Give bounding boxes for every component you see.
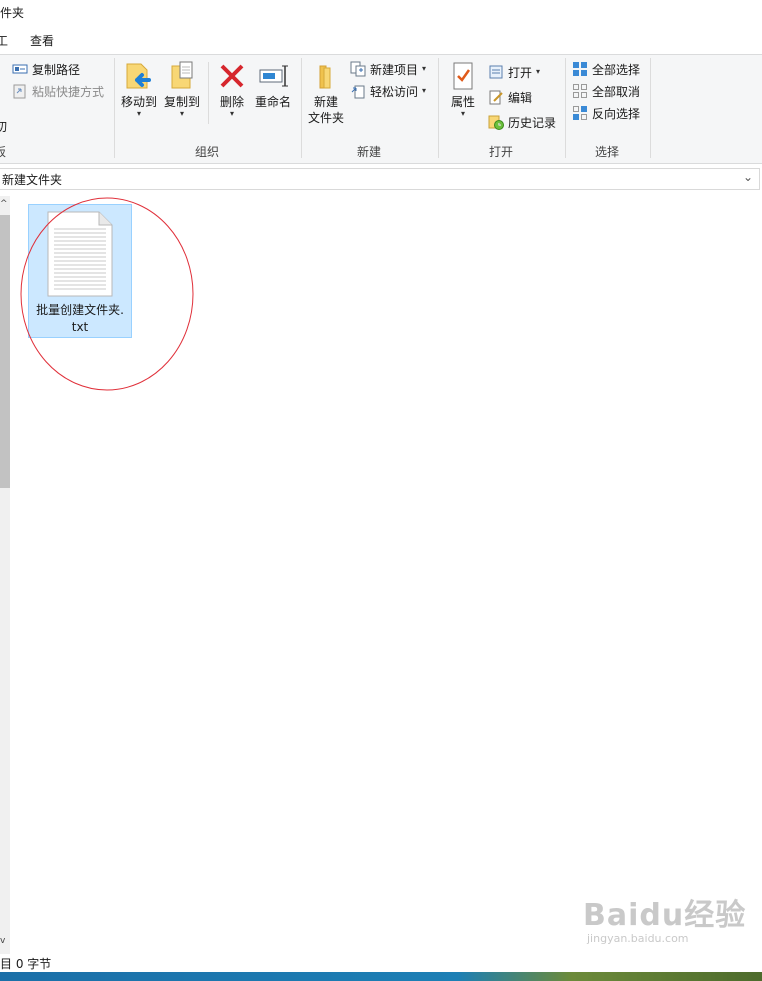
invert-selection-label: 反向选择 xyxy=(592,106,641,121)
copy-path-label: 复制路径 xyxy=(32,62,81,77)
move-to-button[interactable]: 移动到 ▾ xyxy=(119,60,159,118)
ribbon-separator xyxy=(301,58,302,158)
paste-shortcut-icon xyxy=(12,83,28,99)
open-label: 打开 xyxy=(508,65,533,80)
copy-path-button[interactable]: 复制路径 xyxy=(12,59,80,79)
edit-label: 编辑 xyxy=(508,90,533,105)
copy-path-icon xyxy=(12,61,28,77)
history-icon xyxy=(488,114,504,130)
open-group-label: 打开 xyxy=(489,145,514,159)
new-folder-button[interactable]: 新建 文件夹 xyxy=(306,60,346,126)
history-label: 历史记录 xyxy=(508,115,557,130)
highlight-circle xyxy=(20,197,194,391)
new-group-label: 新建 xyxy=(357,145,382,159)
scroll-up-icon[interactable]: ^ xyxy=(0,199,8,209)
watermark-brand: Baidu经验 xyxy=(583,898,747,933)
chevron-down-icon[interactable]: ⌄ xyxy=(743,170,753,184)
edit-button[interactable]: 编辑 xyxy=(488,87,532,107)
easy-access-label: 轻松访问 xyxy=(370,84,419,99)
chevron-down-icon: ▾ xyxy=(422,64,427,73)
ribbon-separator xyxy=(114,58,115,158)
copy-to-label: 复制到 xyxy=(163,95,200,109)
folder-icon xyxy=(310,60,342,92)
organize-group-label: 组织 xyxy=(195,145,220,159)
tab-view[interactable]: 查看 xyxy=(30,32,54,49)
rename-icon xyxy=(257,60,289,92)
properties-button[interactable]: 属性 ▾ xyxy=(445,60,481,118)
delete-label: 删除 xyxy=(219,95,244,109)
easy-access-button[interactable]: 轻松访问 ▾ xyxy=(350,81,426,101)
open-icon xyxy=(488,64,504,80)
chevron-down-icon: ▾ xyxy=(179,109,184,118)
scrollbar-thumb[interactable] xyxy=(0,215,10,488)
status-text: 目 0 字节 xyxy=(0,957,52,971)
rename-label: 重命名 xyxy=(254,95,291,109)
paste-shortcut-label: 粘贴快捷方式 xyxy=(32,84,105,99)
chevron-down-icon: ▾ xyxy=(229,109,234,118)
select-none-label: 全部取消 xyxy=(592,84,641,99)
properties-label: 属性 xyxy=(450,95,475,109)
chevron-down-icon: ▾ xyxy=(422,86,427,95)
move-to-label: 移动到 xyxy=(120,95,157,109)
new-item-button[interactable]: 新建项目 ▾ xyxy=(350,59,426,79)
ribbon-separator xyxy=(565,58,566,158)
new-item-label: 新建项目 xyxy=(370,62,419,77)
chevron-down-icon: ▾ xyxy=(536,67,541,76)
delete-icon xyxy=(216,60,248,92)
copy-to-icon xyxy=(166,60,198,92)
tab-share[interactable]: 工 xyxy=(0,32,8,49)
easy-access-icon xyxy=(350,83,366,99)
select-none-button[interactable]: 全部取消 xyxy=(572,81,640,101)
select-all-label: 全部选择 xyxy=(592,62,641,77)
move-to-icon xyxy=(123,60,155,92)
ribbon-separator xyxy=(650,58,651,158)
delete-button[interactable]: 删除 ▾ xyxy=(214,60,250,118)
rename-button[interactable]: 重命名 xyxy=(253,60,293,110)
scroll-down-icon[interactable]: v xyxy=(0,936,5,946)
select-all-button[interactable]: 全部选择 xyxy=(572,59,640,79)
edit-icon xyxy=(488,89,504,105)
invert-selection-button[interactable]: 反向选择 xyxy=(572,103,640,123)
ribbon-separator xyxy=(438,58,439,158)
history-button[interactable]: 历史记录 xyxy=(488,112,556,132)
select-none-icon xyxy=(572,83,588,99)
properties-icon xyxy=(447,60,479,92)
select-group-label: 选择 xyxy=(595,145,620,159)
invert-selection-icon xyxy=(572,105,588,121)
clipboard-group-label: 板 xyxy=(0,145,7,159)
watermark: Baidu经验 jingyan.baidu.com xyxy=(583,900,746,946)
open-button[interactable]: 打开 ▾ xyxy=(488,62,540,82)
taskbar-strip xyxy=(0,972,762,981)
new-item-icon xyxy=(350,61,366,77)
address-bar[interactable] xyxy=(0,168,760,190)
cut-button-partial[interactable]: 切 xyxy=(0,118,7,135)
watermark-url: jingyan.baidu.com xyxy=(587,932,689,945)
ribbon-separator xyxy=(208,62,209,124)
address-path[interactable]: 新建文件夹 xyxy=(2,171,62,188)
new-folder-label-line1: 新建 xyxy=(313,95,338,109)
select-all-icon xyxy=(572,61,588,77)
copy-to-button[interactable]: 复制到 ▾ xyxy=(162,60,202,118)
new-folder-label-line2: 文件夹 xyxy=(307,111,344,125)
paste-shortcut-button[interactable]: 粘贴快捷方式 xyxy=(12,81,104,101)
window-title: 件夹 xyxy=(0,6,25,20)
chevron-down-icon: ▾ xyxy=(136,109,141,118)
status-bar xyxy=(0,954,762,972)
chevron-down-icon: ▾ xyxy=(460,109,465,118)
